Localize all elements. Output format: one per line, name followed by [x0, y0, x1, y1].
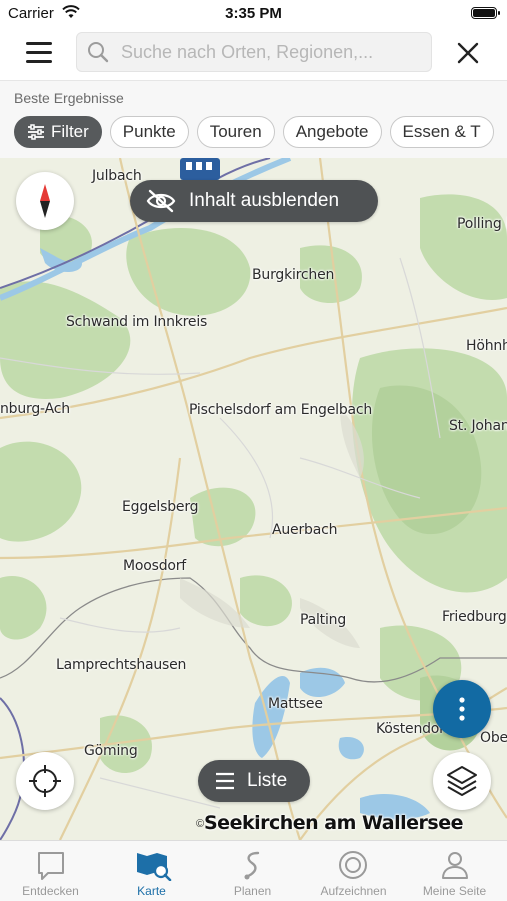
tab-karte[interactable]: Karte: [101, 841, 202, 901]
chip-essen[interactable]: Essen & T: [389, 116, 494, 148]
chip-touren[interactable]: Touren: [196, 116, 275, 148]
search-icon: [87, 41, 109, 68]
filter-chips: Filter Punkte Touren Angebote Essen & T: [14, 116, 502, 148]
compass-icon: [40, 184, 50, 218]
speech-bubble-icon: [0, 849, 101, 881]
eye-off-icon: [146, 189, 176, 219]
menu-icon[interactable]: [26, 42, 52, 64]
chip-punkte[interactable]: Punkte: [109, 116, 189, 148]
place-label: Polling in: [457, 216, 507, 232]
tab-label: Karte: [137, 884, 166, 898]
map-copyright[interactable]: ©: [196, 818, 204, 830]
close-icon[interactable]: [454, 39, 482, 67]
more-vertical-icon: [459, 697, 465, 721]
list-view-button[interactable]: Liste: [198, 760, 310, 802]
map-terrain: [0, 158, 507, 840]
tab-bar: Entdecken Karte Planen Aufzeichnen Meine…: [0, 840, 507, 901]
place-label: nburg-Ach: [0, 401, 70, 417]
place-label: Julbach: [92, 168, 142, 184]
place-label-major: Seekirchen am Wallersee: [204, 812, 464, 834]
search-header: Suche nach Orten, Regionen,...: [0, 28, 507, 80]
map-layers-button[interactable]: [433, 752, 491, 810]
compass-button[interactable]: [16, 172, 74, 230]
tab-meine-seite[interactable]: Meine Seite: [404, 841, 505, 901]
locate-me-button[interactable]: [16, 752, 74, 810]
tab-label: Entdecken: [22, 884, 79, 898]
list-view-label: Liste: [247, 770, 288, 791]
place-label: Eggelsberg: [122, 499, 199, 515]
place-label: Palting: [300, 612, 347, 628]
record-icon: [303, 849, 404, 881]
tab-label: Aufzeichnen: [320, 884, 387, 898]
status-bar: Carrier 3:35 PM: [0, 0, 507, 28]
crosshair-icon: [29, 765, 61, 797]
map-search-icon: [101, 849, 202, 882]
map-view[interactable]: Julbach Burgkirchen Polling in Schwand i…: [0, 158, 507, 840]
list-icon: [215, 772, 235, 796]
tab-aufzeichnen[interactable]: Aufzeichnen: [303, 841, 404, 901]
chip-filter[interactable]: Filter: [14, 116, 102, 148]
results-caption: Beste Ergebnisse: [14, 90, 124, 106]
battery-icon: [471, 7, 500, 19]
filter-area: Beste Ergebnisse Filter Punkte Touren Angeb…: [0, 80, 507, 159]
place-label: Pischelsdorf am Engelbach: [189, 402, 373, 418]
layers-icon: [447, 766, 477, 796]
place-label: Friedburg: [442, 609, 507, 625]
more-options-button[interactable]: [433, 680, 491, 738]
tab-planen[interactable]: Planen: [202, 841, 303, 901]
place-label: Moosdorf: [123, 558, 187, 574]
tab-label: Planen: [233, 884, 272, 898]
sliders-icon: [28, 124, 44, 140]
user-icon: [404, 849, 505, 881]
clock: 3:35 PM: [225, 5, 282, 22]
chip-angebote[interactable]: Angebote: [282, 116, 382, 148]
search-placeholder: Suche nach Orten, Regionen,...: [121, 42, 374, 62]
place-label: Lamprechtshausen: [56, 657, 187, 673]
place-label: Göming: [84, 743, 138, 759]
place-label: Mattsee: [268, 696, 323, 712]
place-label: St. Johann: [449, 418, 507, 434]
tab-entdecken[interactable]: Entdecken: [0, 841, 101, 901]
tab-label: Meine Seite: [422, 884, 487, 898]
search-input[interactable]: Suche nach Orten, Regionen,...: [76, 32, 432, 72]
hide-content-button[interactable]: Inhalt ausblenden: [130, 180, 378, 222]
route-icon: [202, 849, 303, 881]
place-label: Höhnh: [466, 338, 507, 354]
chip-filter-label: Filter: [51, 122, 89, 141]
hide-content-label: Inhalt ausblenden: [189, 190, 340, 211]
place-label: Schwand im Innkreis: [66, 314, 208, 330]
place-label: Burgkirchen: [252, 267, 335, 283]
place-label: Auerbach: [272, 522, 338, 538]
